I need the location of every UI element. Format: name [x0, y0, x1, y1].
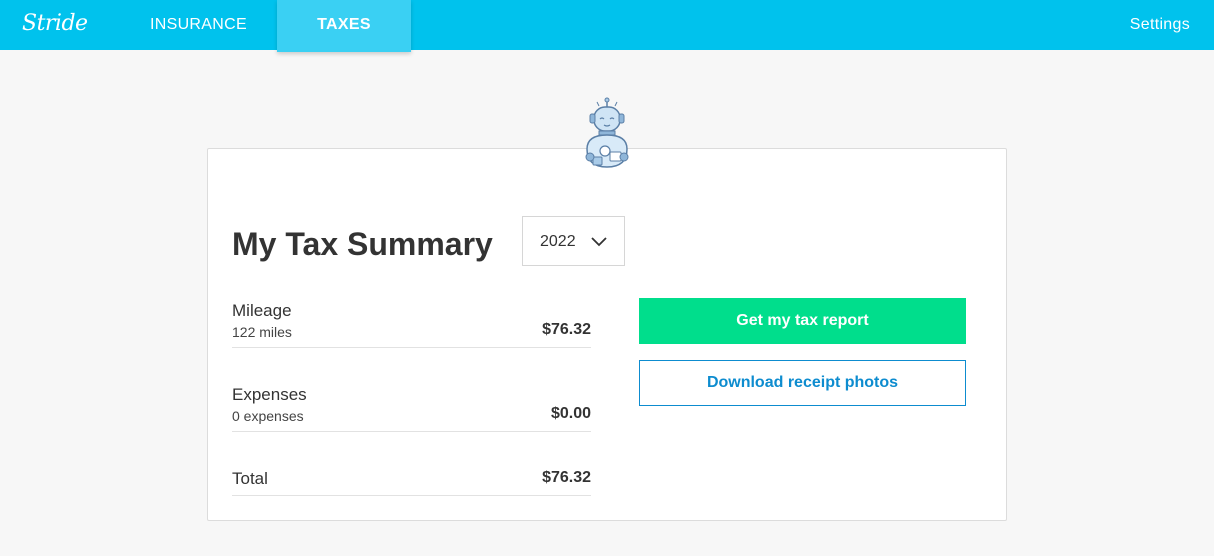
- robot-icon: [585, 97, 629, 168]
- year-dropdown-value: 2022: [540, 233, 576, 250]
- top-nav-bar: Stride INSURANCE TAXES Settings: [0, 0, 1214, 52]
- mileage-amount: $76.32: [542, 321, 591, 338]
- chevron-down-icon: [591, 237, 607, 247]
- nav-tab-taxes[interactable]: TAXES: [277, 0, 411, 52]
- expenses-row: Expenses 0 expenses $0.00: [232, 384, 591, 432]
- nav-tab-insurance[interactable]: INSURANCE: [150, 0, 247, 50]
- year-dropdown[interactable]: 2022: [522, 216, 625, 266]
- mileage-row: Mileage 122 miles $76.32: [232, 300, 591, 348]
- expenses-count: 0 expenses: [232, 408, 304, 424]
- mileage-label: Mileage: [232, 301, 292, 320]
- page-title: My Tax Summary: [232, 226, 493, 262]
- total-row: Total $76.32: [232, 468, 591, 496]
- expenses-label: Expenses: [232, 385, 307, 404]
- mileage-count: 122 miles: [232, 324, 292, 340]
- settings-link[interactable]: Settings: [1130, 0, 1190, 50]
- expenses-amount: $0.00: [550, 405, 591, 422]
- total-label: Total: [232, 469, 268, 488]
- download-receipt-photos-button[interactable]: Download receipt photos: [639, 360, 966, 406]
- total-amount: $76.32: [542, 469, 591, 486]
- stride-logo[interactable]: Stride: [22, 11, 88, 36]
- get-tax-report-button[interactable]: Get my tax report: [639, 298, 966, 344]
